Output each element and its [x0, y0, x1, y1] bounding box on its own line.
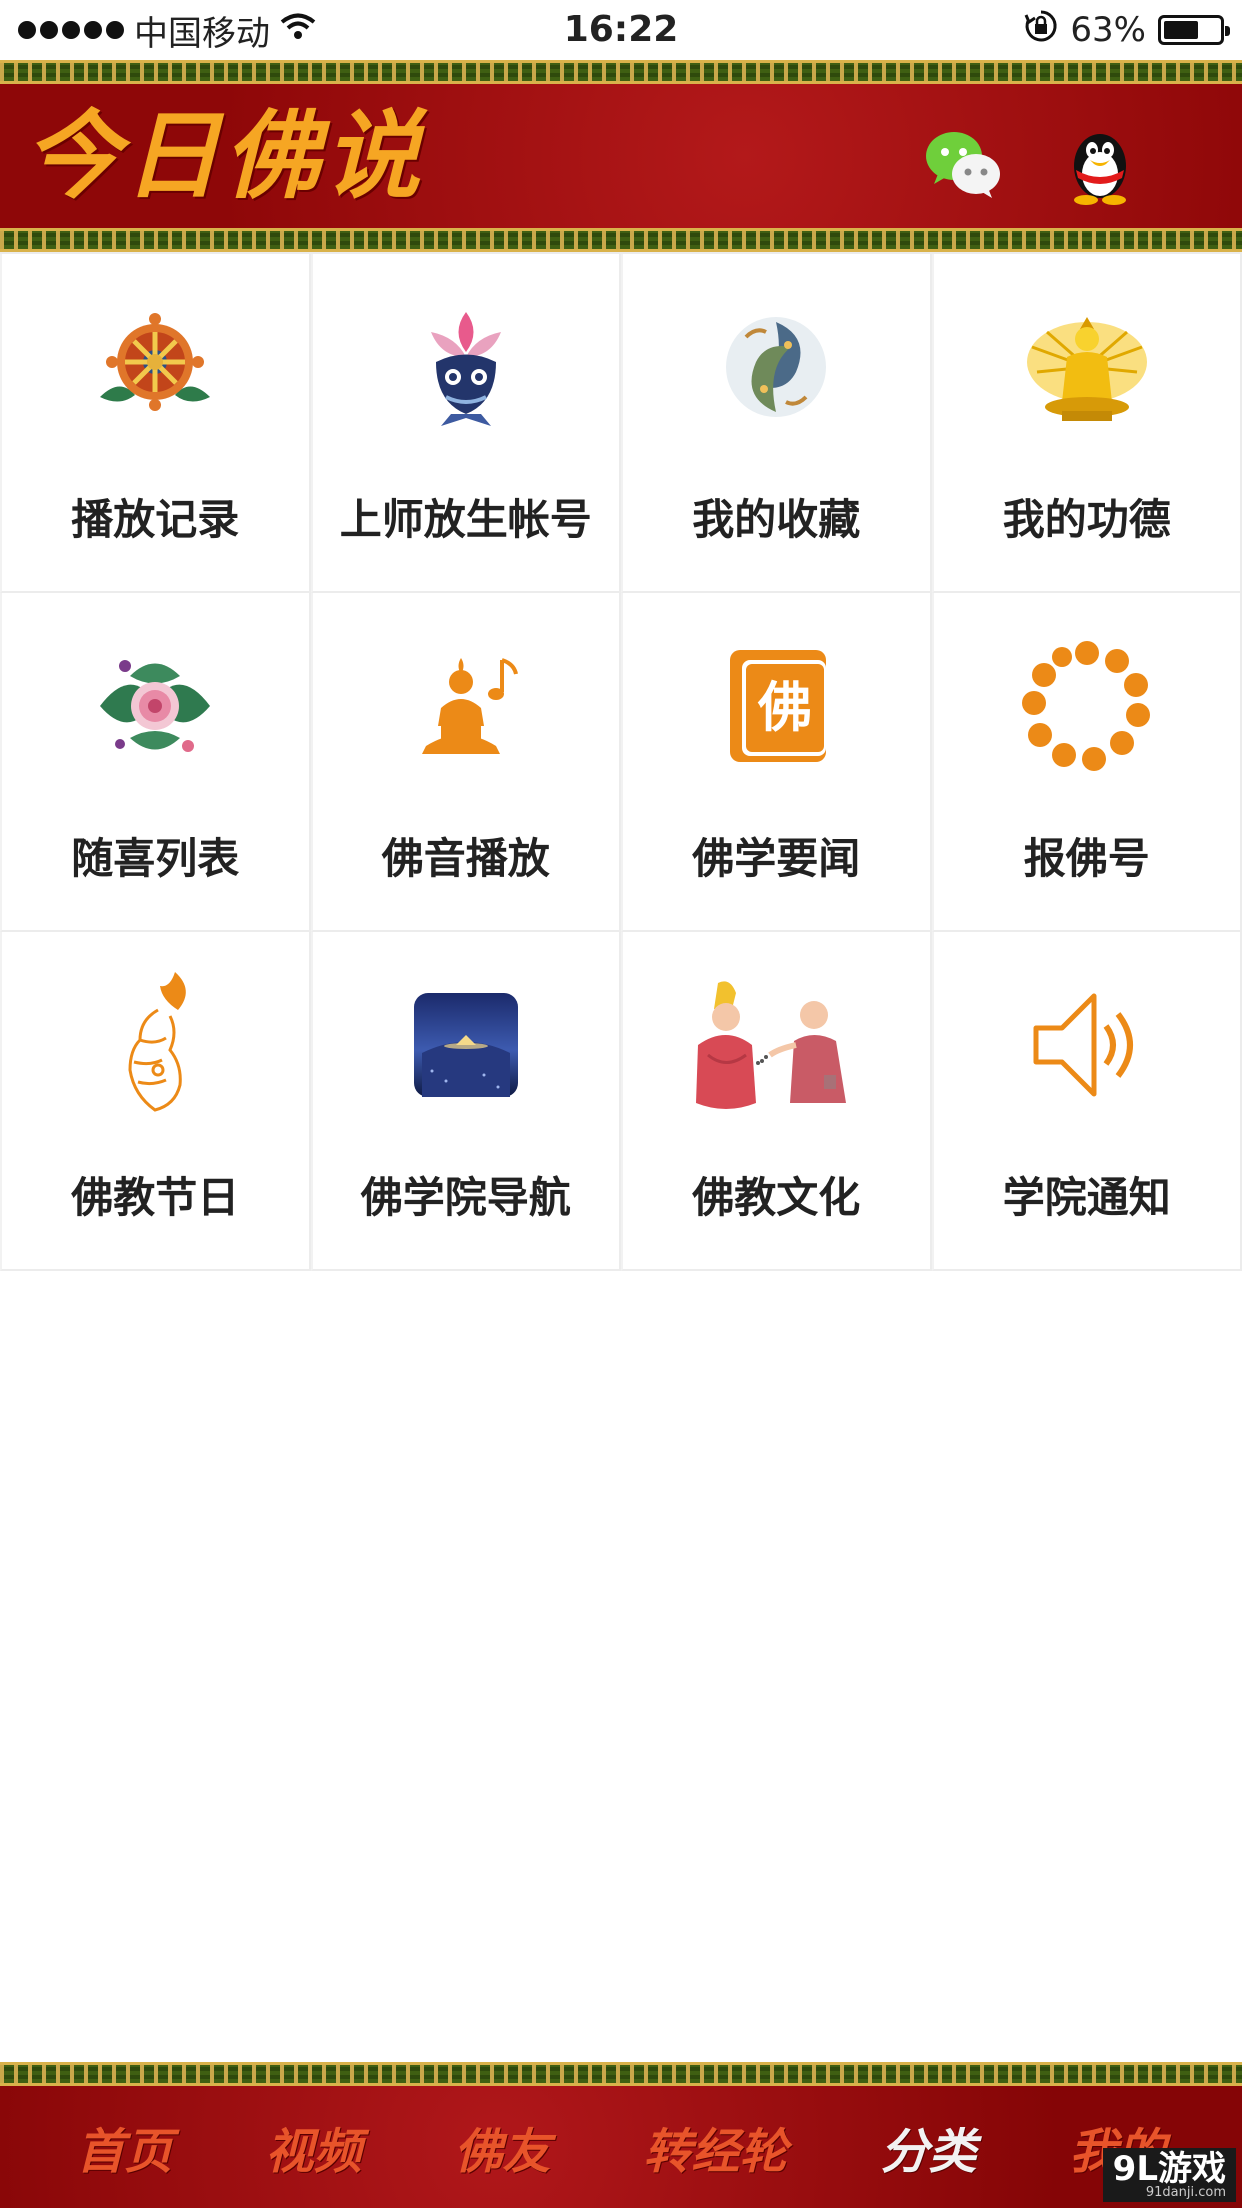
rotation-lock-icon — [1024, 9, 1058, 52]
grid-item-label: 播放记录 — [71, 495, 240, 544]
grid-item-label: 佛学要闻 — [692, 834, 861, 883]
fret-border-top — [0, 2062, 1242, 2086]
grid-item-buddhist-music[interactable]: 佛音播放 — [310, 593, 621, 932]
buddha-music-icon — [401, 641, 531, 771]
bottom-nav: 首页 视频 佛友 转经轮 分类 我的 9L游戏 91danji.com — [0, 2062, 1242, 2208]
grid-item-label: 佛音播放 — [381, 834, 550, 883]
grid-item-academy-notices[interactable]: 学院通知 — [931, 932, 1242, 1271]
nav-prayer-wheel[interactable]: 转经轮 — [643, 2112, 787, 2182]
battery-percent: 63% — [1070, 10, 1146, 50]
golden-avalokiteshvara-icon — [1022, 302, 1152, 432]
grid-item-label: 随喜列表 — [71, 834, 240, 883]
site-watermark: 9L游戏 91danji.com — [1102, 2148, 1236, 2202]
grid-item-my-favorites[interactable]: 我的收藏 — [621, 254, 932, 593]
grid-item-label: 我的收藏 — [692, 495, 861, 544]
buddha-book-icon: 佛 — [711, 641, 841, 771]
grid-item-buddhist-festivals[interactable]: 佛教节日 — [0, 932, 311, 1271]
grid-item-label: 学院通知 — [1002, 1173, 1171, 1222]
hand-flame-icon — [90, 972, 220, 1112]
grid-item-play-history[interactable]: 播放记录 — [0, 254, 311, 593]
grid-item-release-account[interactable]: 上师放生帐号 — [310, 254, 621, 593]
speaker-icon — [1022, 980, 1152, 1110]
nav-home[interactable]: 首页 — [76, 2112, 172, 2182]
nav-body: 首页 视频 佛友 转经轮 分类 我的 — [0, 2086, 1242, 2208]
peony-flower-icon — [90, 641, 220, 771]
watermark-brand: 9L游戏 — [1112, 2149, 1226, 2189]
grid-item-my-merit[interactable]: 我的功德 — [931, 254, 1242, 593]
dharma-wheel-icon — [90, 302, 220, 432]
night-mountain-icon — [401, 980, 531, 1110]
fret-border-top — [0, 60, 1242, 84]
grid-item-label: 佛教节日 — [71, 1173, 240, 1222]
grid-item-recite-buddha[interactable]: 报佛号 — [931, 593, 1242, 932]
grid-item-label: 上师放生帐号 — [339, 495, 592, 544]
fret-border-bottom — [0, 228, 1242, 252]
nav-category[interactable]: 分类 — [880, 2112, 976, 2182]
battery-icon — [1158, 15, 1230, 45]
grid-item-rejoice-list[interactable]: 随喜列表 — [0, 593, 311, 932]
banner-body: 今日佛说 — [0, 84, 1242, 228]
qq-icon[interactable] — [1058, 122, 1142, 206]
function-grid: 播放记录 上师放生帐号 我的收藏 我的功德 随喜列表 佛音播放 佛 佛学要闻 报… — [0, 252, 1242, 1271]
lotus-fish-icon — [401, 302, 531, 432]
header-banner: 今日佛说 — [0, 60, 1242, 252]
grid-item-label: 佛教文化 — [692, 1173, 861, 1222]
svg-text:佛: 佛 — [757, 675, 812, 739]
grid-item-buddhist-news[interactable]: 佛 佛学要闻 — [621, 593, 932, 932]
nav-video[interactable]: 视频 — [265, 2112, 361, 2182]
app-title: 今日佛说 — [24, 99, 424, 212]
status-right: 63% — [1024, 8, 1230, 52]
nav-friends[interactable]: 佛友 — [454, 2112, 550, 2182]
double-fish-icon — [711, 302, 841, 432]
grid-item-label: 报佛号 — [1023, 834, 1150, 883]
prayer-beads-icon — [1021, 641, 1152, 771]
grid-item-academy-navigation[interactable]: 佛学院导航 — [310, 932, 621, 1271]
grid-item-buddhist-culture[interactable]: 佛教文化 — [621, 932, 932, 1271]
grid-item-label: 我的功德 — [1002, 495, 1171, 544]
grid-item-label: 佛学院导航 — [360, 1173, 571, 1222]
monks-illustration-icon — [686, 980, 866, 1110]
wechat-icon[interactable] — [920, 122, 1004, 206]
status-bar: 中国移动 16:22 63% — [0, 0, 1242, 60]
